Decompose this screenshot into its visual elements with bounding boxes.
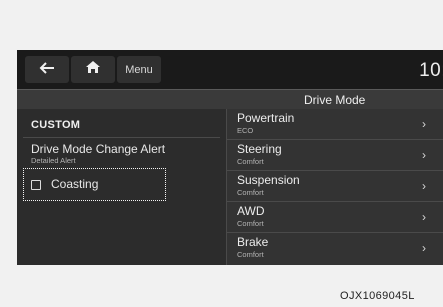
list-item-title: Suspension — [237, 173, 300, 187]
divider — [23, 137, 220, 138]
menu-button[interactable]: Menu — [117, 56, 161, 83]
arrow-left-icon — [39, 61, 55, 79]
coasting-toggle[interactable]: Coasting — [23, 168, 166, 201]
list-item-powertrain[interactable]: Powertrain ECO › — [227, 109, 443, 140]
list-item-title: Steering — [237, 142, 282, 156]
drive-mode-list: Powertrain ECO › Steering Comfort › Susp… — [226, 109, 443, 265]
menu-label: Menu — [125, 63, 153, 76]
alert-item-subtitle: Detailed Alert — [31, 156, 76, 165]
list-item-title: Powertrain — [237, 111, 295, 125]
page-title: Drive Mode — [304, 93, 366, 107]
chevron-right-icon: › — [422, 210, 426, 224]
home-icon — [85, 60, 101, 79]
top-bar: Menu 10: — [17, 50, 443, 89]
list-item-value: Comfort — [237, 157, 264, 166]
clock: 10: — [419, 60, 443, 81]
list-item-suspension[interactable]: Suspension Comfort › — [227, 171, 443, 202]
list-item-value: Comfort — [237, 188, 264, 197]
section-label-custom: CUSTOM — [31, 119, 81, 131]
infotainment-screen: Menu 10: Drive Mode CUSTOM Drive Mode Ch… — [17, 50, 443, 265]
figure: Menu 10: Drive Mode CUSTOM Drive Mode Ch… — [0, 0, 443, 307]
chevron-right-icon: › — [422, 117, 426, 131]
back-button[interactable] — [25, 56, 69, 83]
list-item-steering[interactable]: Steering Comfort › — [227, 140, 443, 171]
screen-frame: Menu 10: Drive Mode CUSTOM Drive Mode Ch… — [17, 50, 443, 265]
list-item-awd[interactable]: AWD Comfort › — [227, 202, 443, 233]
list-item-value: Comfort — [237, 250, 264, 259]
chevron-right-icon: › — [422, 241, 426, 255]
header-bar: Drive Mode — [17, 90, 443, 109]
chevron-right-icon: › — [422, 179, 426, 193]
home-button[interactable] — [71, 56, 115, 83]
chevron-right-icon: › — [422, 148, 426, 162]
list-item-title: AWD — [237, 204, 265, 218]
list-item-value: Comfort — [237, 219, 264, 228]
list-item-brake[interactable]: Brake Comfort › — [227, 233, 443, 264]
checkbox-icon — [31, 180, 41, 190]
alert-item-title: Drive Mode Change Alert — [31, 142, 166, 156]
coasting-label: Coasting — [51, 177, 99, 191]
list-item-title: Brake — [237, 235, 269, 249]
custom-panel: CUSTOM Drive Mode Change Alert Detailed … — [17, 109, 226, 265]
figure-caption: OJX1069045L — [340, 290, 415, 302]
list-item-value: ECO — [237, 126, 254, 135]
